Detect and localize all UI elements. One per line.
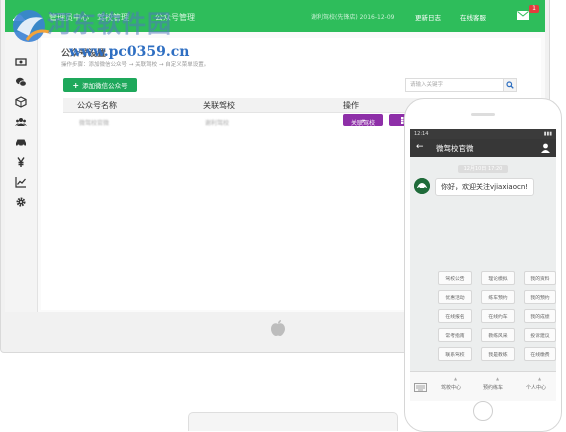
col-header-name: 公众号名称 xyxy=(77,101,117,110)
col-header-school: 关联驾校 xyxy=(203,101,235,110)
back-arrow-icon[interactable]: ← xyxy=(416,142,424,152)
watermark-url: www.pc0359.cn xyxy=(69,44,190,60)
menu-item[interactable]: 常考指南 xyxy=(438,328,472,342)
menu-item[interactable]: 联系驾校 xyxy=(438,347,472,361)
yen-icon xyxy=(17,157,25,167)
home-button[interactable] xyxy=(473,401,493,421)
sidebar-item-settings[interactable] xyxy=(5,192,37,212)
apple-logo xyxy=(269,318,287,338)
phone-frame: 12:14 ▮▮▮ ← 微驾校官微 12月10日 17:20 你好，欢迎关注vj… xyxy=(404,98,562,432)
menu-item[interactable]: 在线约车 xyxy=(481,309,515,323)
status-bar: 12:14 ▮▮▮ xyxy=(410,129,556,139)
tab-school-center[interactable]: 驾校中心 xyxy=(441,384,461,391)
caret-icon: ▲ xyxy=(538,376,542,381)
box-icon xyxy=(15,96,27,108)
keyboard-icon[interactable] xyxy=(413,382,427,392)
menu-item[interactable]: 练车预约 xyxy=(481,290,515,304)
sidebar-item-payments[interactable] xyxy=(5,152,37,172)
battery-icon: ▮▮▮ xyxy=(543,131,552,137)
changelog-link[interactable]: 更新日志 xyxy=(415,12,441,22)
menu-item[interactable]: 在线缴费 xyxy=(524,347,556,361)
chat-title: 微驾校官微 xyxy=(436,144,474,153)
wechat-icon xyxy=(16,77,27,87)
user-info: 谢利驾校(先锋店) 2016-12-09 xyxy=(311,14,395,21)
school-cell: 谢利驾校 xyxy=(205,120,230,127)
menu-item[interactable]: 我的资料 xyxy=(524,271,556,285)
sidebar-item-vehicles[interactable] xyxy=(5,132,37,152)
online-service-link[interactable]: 在线客服 xyxy=(460,12,486,22)
status-time: 12:14 xyxy=(414,131,429,137)
sidebar-item-modules[interactable] xyxy=(5,92,37,112)
mail-badge: 1 xyxy=(529,5,539,13)
sidebar xyxy=(5,32,38,312)
submenu-panel: 驾校公告 优惠活动 在线报名 常考指南 联系驾校 理论模拟 练车预约 在线约车 … xyxy=(434,271,556,367)
search-button[interactable] xyxy=(503,78,517,92)
car-logo-icon xyxy=(414,178,430,194)
menu-item[interactable]: 我的成绩 xyxy=(524,309,556,323)
phone-speaker xyxy=(471,113,495,116)
money-icon xyxy=(15,58,27,66)
menu-item[interactable]: 优惠活动 xyxy=(438,290,472,304)
caret-icon: ▲ xyxy=(454,376,458,381)
menu-item[interactable]: 理论模拟 xyxy=(481,271,515,285)
link-school-button[interactable]: + 关联驾校 xyxy=(343,114,383,127)
tab-book-practice[interactable]: 预约练车 xyxy=(483,384,503,391)
bottom-menu-bar: ▲ 驾校中心 ▲ 预约练车 ▲ 个人中心 xyxy=(410,371,556,401)
apple-icon xyxy=(271,320,285,336)
watermark-title: 河东软件园 xyxy=(47,9,172,38)
account-name-cell: 微驾校官微 xyxy=(79,120,110,127)
menu-item[interactable]: 教练风采 xyxy=(481,328,515,342)
trend-icon xyxy=(15,177,26,188)
gear-icon xyxy=(16,197,26,207)
search-input[interactable]: 请输入关键字 xyxy=(405,78,507,92)
menu-item[interactable]: 驾校公告 xyxy=(438,271,472,285)
col-header-action: 操作 xyxy=(343,101,359,110)
add-account-button[interactable]: + 添加微信公众号 xyxy=(63,78,137,92)
sidebar-item-finance[interactable] xyxy=(5,52,37,72)
menu-item[interactable]: 投诉建议 xyxy=(524,328,556,342)
link-school-label: 关联驾校 xyxy=(350,120,375,127)
add-account-label: 添加微信公众号 xyxy=(82,82,128,90)
mail-icon[interactable] xyxy=(517,11,529,20)
menu-item[interactable]: 我是教练 xyxy=(481,347,515,361)
caret-icon: ▲ xyxy=(496,376,500,381)
menu-item[interactable]: 我的预约 xyxy=(524,290,556,304)
phone-screen: 12:14 ▮▮▮ ← 微驾校官微 12月10日 17:20 你好，欢迎关注vj… xyxy=(410,129,556,401)
welcome-message: 你好，欢迎关注vjiaxiaocn! xyxy=(435,178,535,196)
search-icon xyxy=(506,81,514,89)
message-time: 12月10日 17:20 xyxy=(458,165,508,173)
chat-header: ← 微驾校官微 xyxy=(410,139,556,157)
monitor-stand xyxy=(188,412,398,431)
users-icon xyxy=(15,118,27,126)
profile-icon[interactable] xyxy=(541,143,550,153)
plus-icon: + xyxy=(72,80,80,90)
page-hint: 操作步骤：添加微信公众号 → 关联驾校 → 自定义菜单设置。 xyxy=(61,62,210,68)
avatar xyxy=(414,178,430,194)
sidebar-item-wechat[interactable] xyxy=(5,72,37,92)
sidebar-item-users[interactable] xyxy=(5,112,37,132)
sidebar-item-statistics[interactable] xyxy=(5,172,37,192)
menu-item[interactable]: 在线报名 xyxy=(438,309,472,323)
tab-personal-center[interactable]: 个人中心 xyxy=(526,384,546,391)
car-icon xyxy=(16,139,26,147)
